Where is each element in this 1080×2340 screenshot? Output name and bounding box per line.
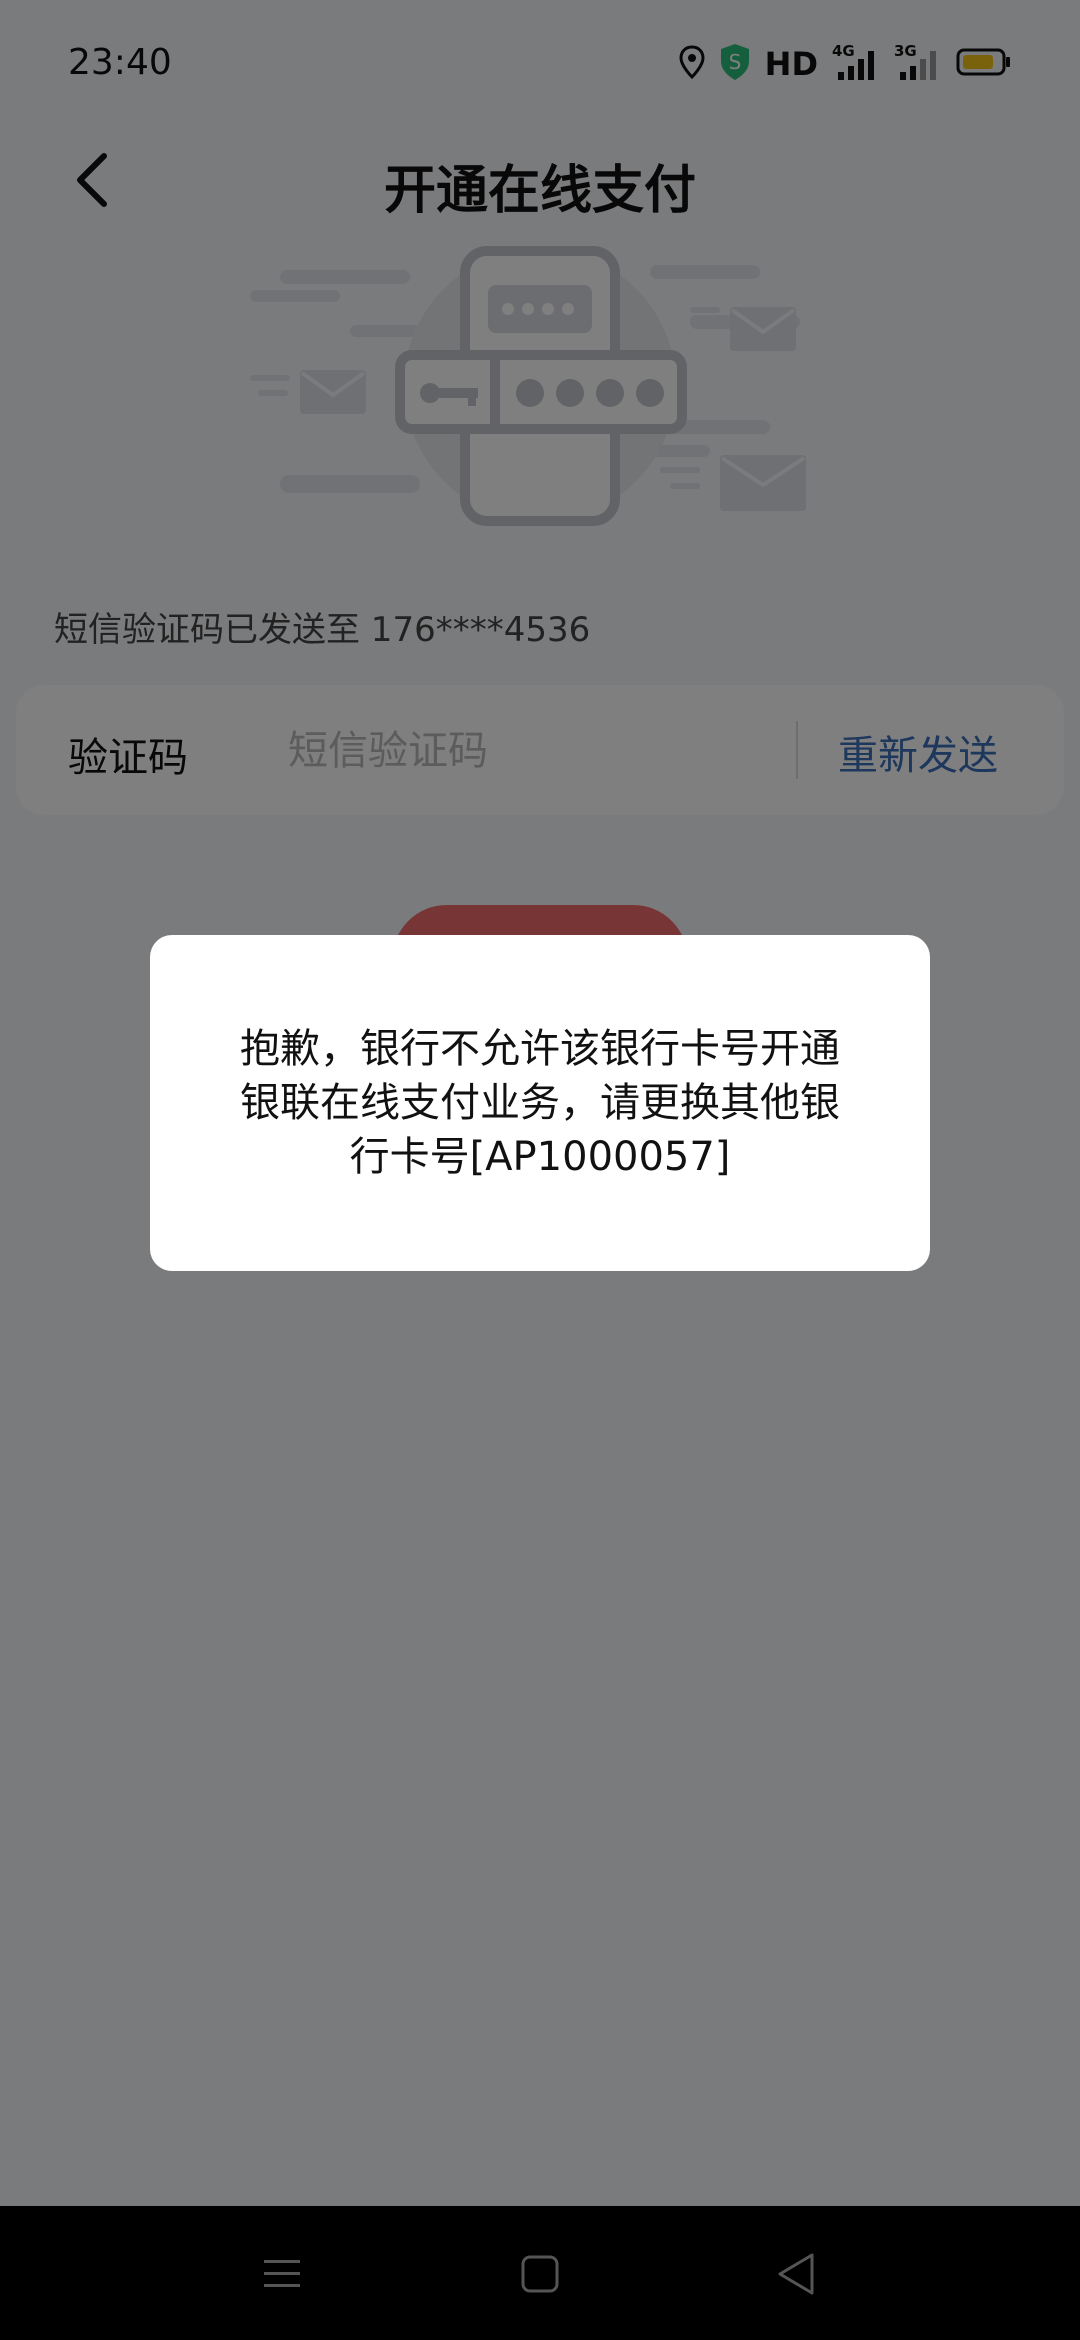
system-back-button[interactable] bbox=[766, 2244, 826, 2304]
system-nav-bar bbox=[0, 2206, 1080, 2340]
menu-button[interactable] bbox=[252, 2244, 312, 2304]
home-icon bbox=[521, 2255, 559, 2293]
menu-icon bbox=[264, 2260, 300, 2287]
error-dialog-message: 抱歉，银行不允许该银行卡号开通银联在线支付业务，请更换其他银行卡号[AP1000… bbox=[240, 1026, 840, 1180]
error-dialog: 抱歉，银行不允许该银行卡号开通银联在线支付业务，请更换其他银行卡号[AP1000… bbox=[150, 935, 930, 1271]
back-triangle-icon bbox=[778, 2253, 814, 2295]
home-button[interactable] bbox=[510, 2244, 570, 2304]
